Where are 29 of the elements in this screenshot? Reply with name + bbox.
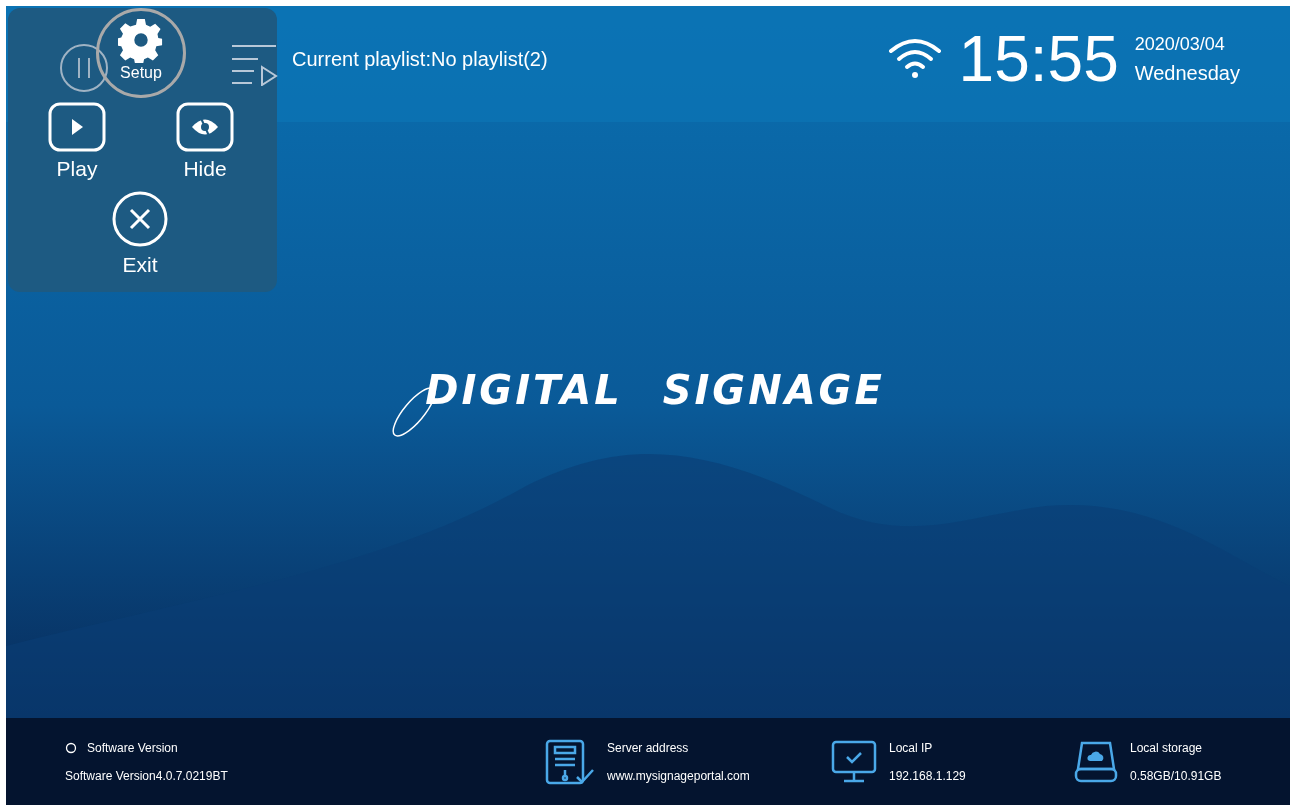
info-title: Local storage — [1130, 739, 1204, 757]
circle-icon — [65, 741, 77, 754]
drive-icon — [1074, 740, 1118, 783]
pause-icon[interactable] — [59, 43, 109, 93]
logo-word: DIGITAL — [425, 366, 623, 415]
info-value: 192.168.1.129 — [889, 767, 966, 785]
info-value: 0.58GB/10.91GB — [1130, 767, 1222, 785]
eye-icon — [176, 102, 234, 152]
playlist-label: Current playlist:No playlist(2) — [292, 47, 548, 72]
play-icon — [48, 102, 106, 152]
close-icon — [111, 190, 169, 248]
play-button[interactable]: Play — [48, 102, 106, 179]
setup-button[interactable]: Setup — [96, 8, 186, 98]
playlist-icon[interactable] — [232, 44, 278, 86]
info-title: Server address — [607, 739, 690, 757]
exit-button[interactable]: Exit — [111, 190, 169, 275]
info-value: www.mysignageportal.com — [607, 767, 750, 785]
monitor-icon — [831, 739, 877, 784]
certificate-icon — [545, 738, 595, 785]
clock-time: 15:55 — [958, 27, 1119, 91]
logo-word: SIGNAGE — [662, 366, 885, 415]
date-label: 2020/03/04 — [1134, 32, 1226, 56]
weekday-label: Wednesday — [1134, 60, 1240, 86]
info-title: Software Version — [87, 739, 178, 757]
gear-icon — [118, 17, 164, 63]
hide-button[interactable]: Hide — [176, 102, 234, 179]
info-title: Local IP — [889, 739, 934, 757]
wifi-icon — [886, 37, 943, 81]
info-value: Software Version4.0.7.0219BT — [65, 767, 229, 785]
